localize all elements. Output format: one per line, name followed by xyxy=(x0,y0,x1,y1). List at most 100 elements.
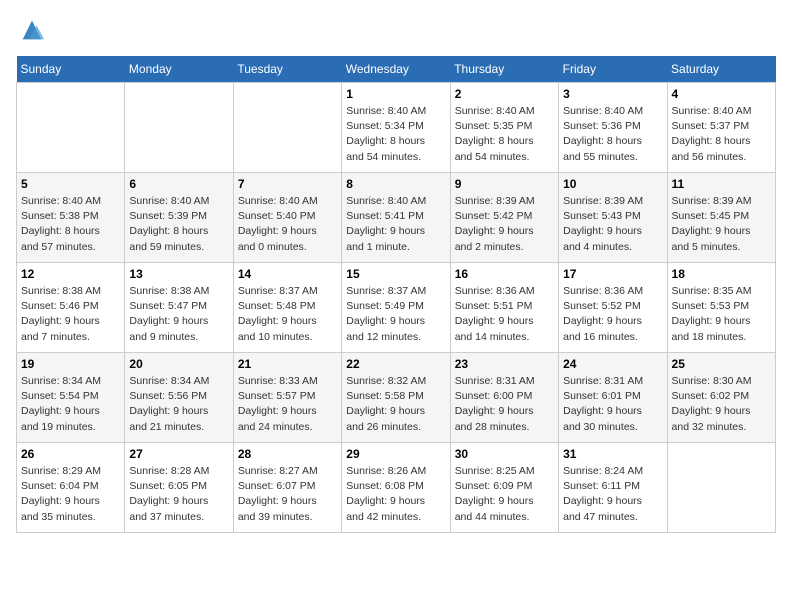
calendar-cell: 6 Sunrise: 8:40 AM Sunset: 5:39 PM Daylig… xyxy=(125,173,233,263)
logo xyxy=(16,16,46,44)
calendar-cell: 29 Sunrise: 8:26 AM Sunset: 6:08 PM Dayli… xyxy=(342,443,450,533)
calendar-cell xyxy=(17,83,125,173)
calendar-cell: 28 Sunrise: 8:27 AM Sunset: 6:07 PM Dayli… xyxy=(233,443,341,533)
day-info: Sunrise: 8:24 AM Sunset: 6:11 PM Dayligh… xyxy=(563,464,662,525)
day-info: Sunrise: 8:34 AM Sunset: 5:56 PM Dayligh… xyxy=(129,374,228,435)
day-number: 7 xyxy=(238,177,337,191)
day-info: Sunrise: 8:40 AM Sunset: 5:39 PM Dayligh… xyxy=(129,194,228,255)
day-info: Sunrise: 8:39 AM Sunset: 5:45 PM Dayligh… xyxy=(672,194,771,255)
day-number: 4 xyxy=(672,87,771,101)
calendar-week-row: 26Sunrise: 8:29 AM Sunset: 6:04 PM Dayli… xyxy=(17,443,776,533)
calendar-cell: 10 Sunrise: 8:39 AM Sunset: 5:43 PM Dayli… xyxy=(559,173,667,263)
calendar-cell: 9Sunrise: 8:39 AM Sunset: 5:42 PM Daylig… xyxy=(450,173,558,263)
day-number: 23 xyxy=(455,357,554,371)
day-info: Sunrise: 8:40 AM Sunset: 5:35 PM Dayligh… xyxy=(455,104,554,165)
day-number: 13 xyxy=(129,267,228,281)
calendar-cell: 12 Sunrise: 8:38 AM Sunset: 5:46 PM Dayli… xyxy=(17,263,125,353)
calendar-cell: 27 Sunrise: 8:28 AM Sunset: 6:05 PM Dayli… xyxy=(125,443,233,533)
day-number: 19 xyxy=(21,357,120,371)
calendar-cell: 20Sunrise: 8:34 AM Sunset: 5:56 PM Dayli… xyxy=(125,353,233,443)
calendar-cell: 21 Sunrise: 8:33 AM Sunset: 5:57 PM Dayli… xyxy=(233,353,341,443)
calendar-header-friday: Friday xyxy=(559,56,667,83)
day-number: 18 xyxy=(672,267,771,281)
calendar-cell: 18 Sunrise: 8:35 AM Sunset: 5:53 PM Dayli… xyxy=(667,263,775,353)
day-info: Sunrise: 8:26 AM Sunset: 6:08 PM Dayligh… xyxy=(346,464,445,525)
calendar-cell: 19 Sunrise: 8:34 AM Sunset: 5:54 PM Dayli… xyxy=(17,353,125,443)
page-header xyxy=(16,16,776,44)
day-number: 17 xyxy=(563,267,662,281)
calendar-cell: 7 Sunrise: 8:40 AM Sunset: 5:40 PM Daylig… xyxy=(233,173,341,263)
calendar-cell: 8 Sunrise: 8:40 AM Sunset: 5:41 PM Daylig… xyxy=(342,173,450,263)
calendar-cell: 25 Sunrise: 8:30 AM Sunset: 6:02 PM Dayli… xyxy=(667,353,775,443)
calendar-week-row: 5 Sunrise: 8:40 AM Sunset: 5:38 PM Daylig… xyxy=(17,173,776,263)
day-number: 8 xyxy=(346,177,445,191)
day-info: Sunrise: 8:37 AM Sunset: 5:49 PM Dayligh… xyxy=(346,284,445,345)
calendar-cell: 26Sunrise: 8:29 AM Sunset: 6:04 PM Dayli… xyxy=(17,443,125,533)
calendar-cell: 2 Sunrise: 8:40 AM Sunset: 5:35 PM Daylig… xyxy=(450,83,558,173)
day-number: 12 xyxy=(21,267,120,281)
day-info: Sunrise: 8:30 AM Sunset: 6:02 PM Dayligh… xyxy=(672,374,771,435)
calendar-header-tuesday: Tuesday xyxy=(233,56,341,83)
calendar-cell: 17 Sunrise: 8:36 AM Sunset: 5:52 PM Dayli… xyxy=(559,263,667,353)
day-info: Sunrise: 8:28 AM Sunset: 6:05 PM Dayligh… xyxy=(129,464,228,525)
day-number: 16 xyxy=(455,267,554,281)
calendar-cell: 1 Sunrise: 8:40 AM Sunset: 5:34 PM Daylig… xyxy=(342,83,450,173)
day-number: 22 xyxy=(346,357,445,371)
day-info: Sunrise: 8:39 AM Sunset: 5:43 PM Dayligh… xyxy=(563,194,662,255)
day-info: Sunrise: 8:29 AM Sunset: 6:04 PM Dayligh… xyxy=(21,464,120,525)
day-number: 21 xyxy=(238,357,337,371)
day-info: Sunrise: 8:27 AM Sunset: 6:07 PM Dayligh… xyxy=(238,464,337,525)
day-number: 11 xyxy=(672,177,771,191)
calendar-cell: 13 Sunrise: 8:38 AM Sunset: 5:47 PM Dayli… xyxy=(125,263,233,353)
calendar-cell xyxy=(233,83,341,173)
calendar-cell: 23 Sunrise: 8:31 AM Sunset: 6:00 PM Dayli… xyxy=(450,353,558,443)
day-number: 28 xyxy=(238,447,337,461)
day-info: Sunrise: 8:31 AM Sunset: 6:00 PM Dayligh… xyxy=(455,374,554,435)
calendar-cell: 31 Sunrise: 8:24 AM Sunset: 6:11 PM Dayli… xyxy=(559,443,667,533)
day-info: Sunrise: 8:40 AM Sunset: 5:41 PM Dayligh… xyxy=(346,194,445,255)
day-info: Sunrise: 8:25 AM Sunset: 6:09 PM Dayligh… xyxy=(455,464,554,525)
calendar-cell: 22 Sunrise: 8:32 AM Sunset: 5:58 PM Dayli… xyxy=(342,353,450,443)
day-info: Sunrise: 8:40 AM Sunset: 5:34 PM Dayligh… xyxy=(346,104,445,165)
day-number: 5 xyxy=(21,177,120,191)
day-info: Sunrise: 8:38 AM Sunset: 5:47 PM Dayligh… xyxy=(129,284,228,345)
day-number: 25 xyxy=(672,357,771,371)
day-number: 3 xyxy=(563,87,662,101)
day-info: Sunrise: 8:35 AM Sunset: 5:53 PM Dayligh… xyxy=(672,284,771,345)
day-info: Sunrise: 8:40 AM Sunset: 5:37 PM Dayligh… xyxy=(672,104,771,165)
day-number: 31 xyxy=(563,447,662,461)
day-info: Sunrise: 8:34 AM Sunset: 5:54 PM Dayligh… xyxy=(21,374,120,435)
calendar-cell: 4 Sunrise: 8:40 AM Sunset: 5:37 PM Daylig… xyxy=(667,83,775,173)
calendar-header-thursday: Thursday xyxy=(450,56,558,83)
day-number: 15 xyxy=(346,267,445,281)
day-info: Sunrise: 8:31 AM Sunset: 6:01 PM Dayligh… xyxy=(563,374,662,435)
day-info: Sunrise: 8:38 AM Sunset: 5:46 PM Dayligh… xyxy=(21,284,120,345)
day-info: Sunrise: 8:39 AM Sunset: 5:42 PM Dayligh… xyxy=(455,194,554,255)
day-number: 2 xyxy=(455,87,554,101)
day-number: 27 xyxy=(129,447,228,461)
day-info: Sunrise: 8:33 AM Sunset: 5:57 PM Dayligh… xyxy=(238,374,337,435)
calendar-cell: 24Sunrise: 8:31 AM Sunset: 6:01 PM Dayli… xyxy=(559,353,667,443)
day-info: Sunrise: 8:40 AM Sunset: 5:40 PM Dayligh… xyxy=(238,194,337,255)
day-number: 29 xyxy=(346,447,445,461)
day-number: 1 xyxy=(346,87,445,101)
day-number: 30 xyxy=(455,447,554,461)
calendar-week-row: 1 Sunrise: 8:40 AM Sunset: 5:34 PM Daylig… xyxy=(17,83,776,173)
day-number: 6 xyxy=(129,177,228,191)
calendar-table: SundayMondayTuesdayWednesdayThursdayFrid… xyxy=(16,56,776,533)
day-info: Sunrise: 8:36 AM Sunset: 5:52 PM Dayligh… xyxy=(563,284,662,345)
calendar-header-wednesday: Wednesday xyxy=(342,56,450,83)
day-number: 10 xyxy=(563,177,662,191)
calendar-cell xyxy=(667,443,775,533)
calendar-header-saturday: Saturday xyxy=(667,56,775,83)
calendar-cell: 5 Sunrise: 8:40 AM Sunset: 5:38 PM Daylig… xyxy=(17,173,125,263)
calendar-cell: 16Sunrise: 8:36 AM Sunset: 5:51 PM Dayli… xyxy=(450,263,558,353)
day-info: Sunrise: 8:37 AM Sunset: 5:48 PM Dayligh… xyxy=(238,284,337,345)
day-info: Sunrise: 8:32 AM Sunset: 5:58 PM Dayligh… xyxy=(346,374,445,435)
day-info: Sunrise: 8:40 AM Sunset: 5:36 PM Dayligh… xyxy=(563,104,662,165)
calendar-header-monday: Monday xyxy=(125,56,233,83)
calendar-cell: 11 Sunrise: 8:39 AM Sunset: 5:45 PM Dayli… xyxy=(667,173,775,263)
calendar-header-row: SundayMondayTuesdayWednesdayThursdayFrid… xyxy=(17,56,776,83)
logo-icon xyxy=(18,16,46,44)
day-info: Sunrise: 8:40 AM Sunset: 5:38 PM Dayligh… xyxy=(21,194,120,255)
